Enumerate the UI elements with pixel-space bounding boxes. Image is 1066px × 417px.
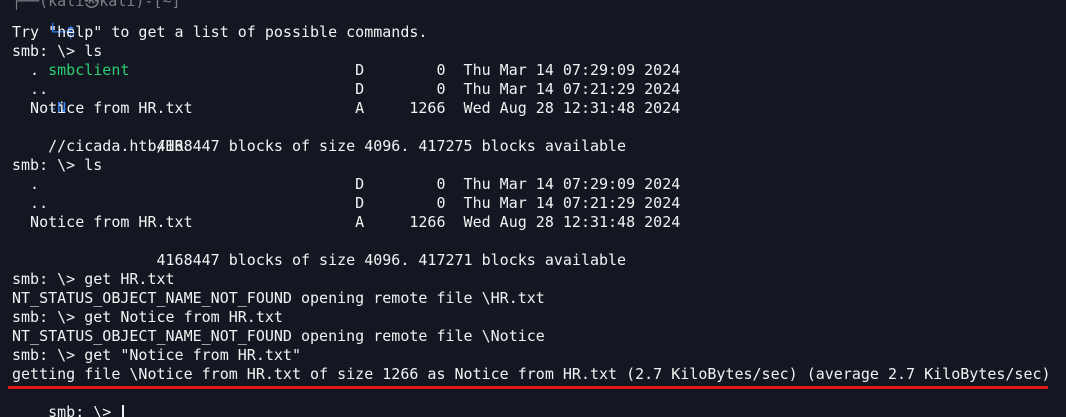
directory-entry: . D 0 Thu Mar 14 07:29:09 2024 bbox=[12, 175, 681, 193]
smb-prompt-line: smb: \> get "Notice from HR.txt" bbox=[12, 346, 301, 364]
file-entry: Notice from HR.txt A 1266 Wed Aug 28 12:… bbox=[12, 99, 681, 117]
smb-prompt-text: smb: \> bbox=[48, 403, 121, 417]
blocks-summary: 4168447 blocks of size 4096. 417271 bloc… bbox=[12, 251, 627, 269]
directory-entry: . D 0 Thu Mar 14 07:29:09 2024 bbox=[12, 61, 681, 79]
blocks-summary: 4168447 blocks of size 4096. 417275 bloc… bbox=[12, 137, 627, 155]
output-line: Try "help" to get a list of possible com… bbox=[12, 23, 428, 41]
download-status-line: getting file \Notice from HR.txt of size… bbox=[12, 365, 1051, 383]
prompt-line: └─$ smbclient -N //cicada.htb/HR bbox=[12, 4, 183, 155]
smb-prompt-line: smb: \> ls bbox=[12, 42, 103, 60]
smb-prompt-line: smb: \> get HR.txt bbox=[12, 270, 175, 288]
file-entry: Notice from HR.txt A 1266 Wed Aug 28 12:… bbox=[12, 213, 681, 231]
smb-prompt-line: smb: \> ls bbox=[12, 156, 103, 174]
smb-prompt-line: smb: \> get Notice from HR.txt bbox=[12, 308, 283, 326]
error-line: NT_STATUS_OBJECT_NAME_NOT_FOUND opening … bbox=[12, 327, 545, 345]
error-line: NT_STATUS_OBJECT_NAME_NOT_FOUND opening … bbox=[12, 289, 545, 307]
directory-entry: .. D 0 Thu Mar 14 07:21:29 2024 bbox=[12, 80, 681, 98]
highlight-underline bbox=[8, 386, 1048, 389]
active-smb-prompt[interactable]: smb: \> bbox=[12, 384, 125, 417]
terminal-window[interactable]: ┌──(kali㉿kali)-[~] └─$ smbclient -N //ci… bbox=[0, 0, 1066, 417]
directory-entry: .. D 0 Thu Mar 14 07:21:29 2024 bbox=[12, 194, 681, 212]
text-cursor bbox=[122, 404, 125, 417]
